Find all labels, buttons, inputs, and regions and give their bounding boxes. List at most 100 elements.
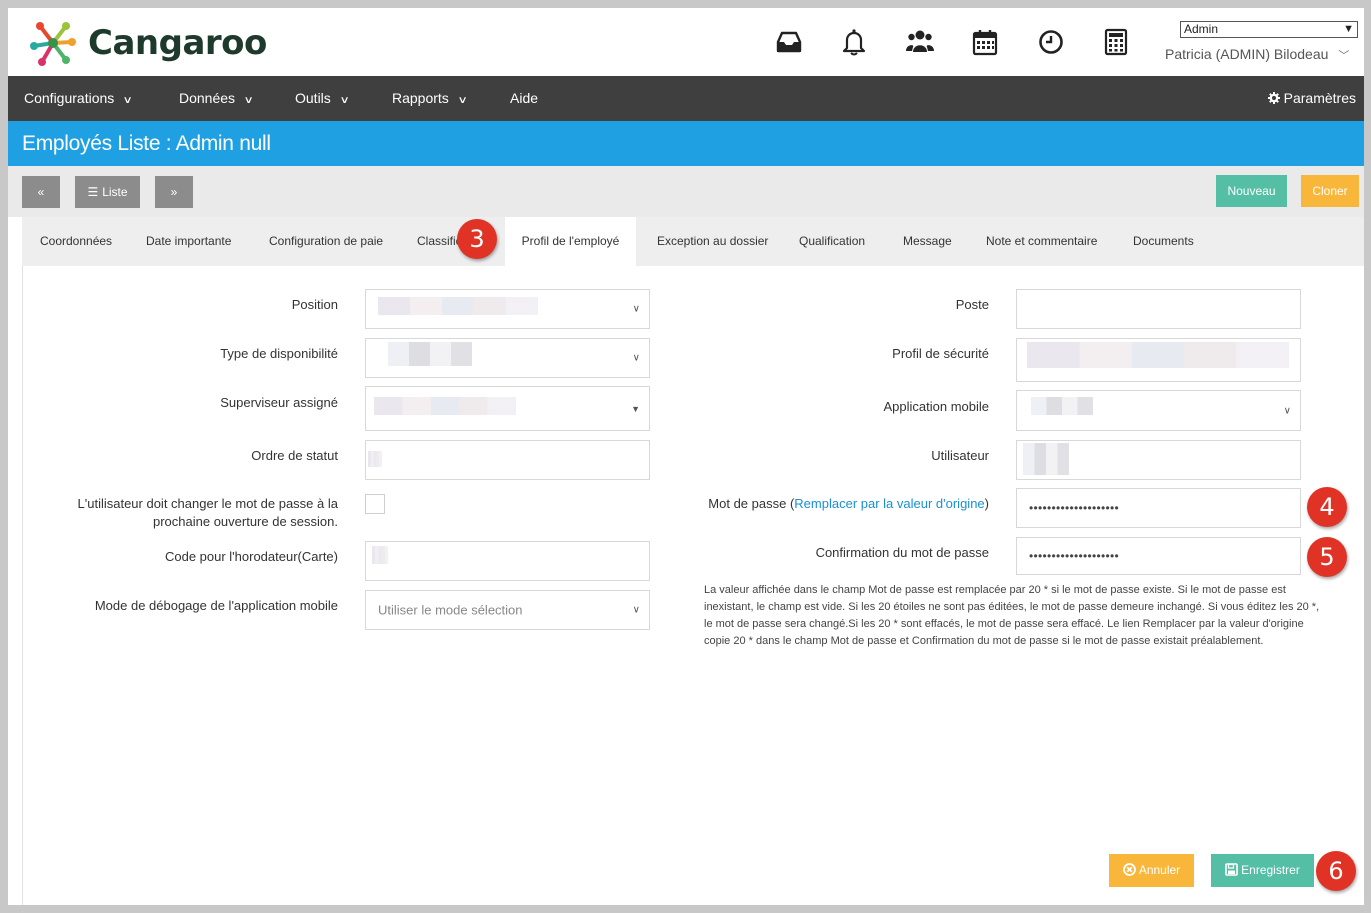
- redacted-value: [374, 397, 516, 415]
- previous-record-button[interactable]: «: [22, 176, 60, 208]
- clock-code-label: Code pour l'horodateur(Carte): [164, 549, 338, 564]
- status-order-label: Ordre de statut: [251, 448, 338, 463]
- tab-documents[interactable]: Documents: [1133, 217, 1194, 266]
- nav-label: Configurations: [24, 90, 115, 106]
- annotation-badge-4: 4: [1307, 487, 1347, 527]
- nav-label: Outils: [295, 90, 331, 106]
- new-label: Nouveau: [1227, 184, 1276, 198]
- poste-label: Poste: [955, 297, 989, 312]
- redacted-value: [378, 297, 538, 315]
- password-label-text: Mot de passe (: [708, 496, 795, 511]
- record-toolbar: « ☰ Liste » Nouveau Cloner: [8, 166, 1364, 217]
- nav-configurations[interactable]: Configurations ∨: [24, 76, 133, 121]
- redacted-value: [1031, 397, 1093, 415]
- calculator-icon[interactable]: [1084, 25, 1150, 59]
- cancel-circle-icon: [1122, 863, 1136, 876]
- list-button[interactable]: ☰ Liste: [75, 176, 140, 208]
- password-label-end: ): [984, 496, 989, 511]
- password-value: ••••••••••••••••••••: [1029, 501, 1120, 515]
- users-icon[interactable]: [887, 25, 953, 59]
- calendar-icon[interactable]: [953, 25, 1019, 59]
- debug-mode-select[interactable]: Utiliser le mode sélection ∨: [365, 590, 650, 630]
- mobile-app-label: Application mobile: [883, 399, 989, 414]
- password-input[interactable]: ••••••••••••••••••••: [1016, 488, 1301, 528]
- reset-password-link[interactable]: Remplacer par la valeur d'origine: [794, 496, 984, 511]
- nav-settings[interactable]: Paramètres: [1267, 76, 1356, 121]
- cancel-label: Annuler: [1138, 863, 1181, 877]
- clock-icon[interactable]: [1018, 25, 1084, 59]
- poste-input[interactable]: [1016, 289, 1301, 329]
- user-input[interactable]: [1016, 440, 1301, 480]
- nav-label: Aide: [510, 90, 539, 106]
- confirm-password-input[interactable]: ••••••••••••••••••••: [1016, 537, 1301, 575]
- availability-type-select[interactable]: ∨: [365, 338, 650, 378]
- save-disk-icon: [1225, 863, 1238, 876]
- must-change-password-label: L'utilisateur doit changer le mot de pas…: [78, 495, 338, 531]
- position-label: Position: [291, 297, 338, 312]
- logo-text: Cangaroo: [88, 23, 267, 63]
- clone-button[interactable]: Cloner: [1301, 175, 1359, 207]
- confirm-password-label: Confirmation du mot de passe: [815, 545, 989, 560]
- list-label: Liste: [102, 185, 128, 199]
- user-menu[interactable]: Patricia (ADMIN) Bilodeau ﹀: [1165, 46, 1349, 63]
- content-border: [22, 266, 23, 905]
- role-select[interactable]: Admin ▼: [1180, 21, 1358, 38]
- password-help-note: La valeur affichée dans le champ Mot de …: [704, 584, 1320, 647]
- user-label: Utilisateur: [931, 448, 989, 463]
- supervisor-label: Superviseur assigné: [220, 395, 338, 410]
- tab-message[interactable]: Message: [903, 217, 952, 266]
- tab-coordonnees[interactable]: Coordonnées: [40, 217, 112, 266]
- role-select-value: Admin: [1184, 22, 1219, 36]
- nav-aide[interactable]: Aide: [510, 76, 538, 121]
- security-profile-field[interactable]: [1016, 338, 1301, 382]
- nav-rapports[interactable]: Rapports ∨: [392, 76, 468, 121]
- position-select[interactable]: ∨: [365, 289, 650, 329]
- bell-icon[interactable]: [822, 25, 888, 59]
- nav-donnees[interactable]: Données ∨: [179, 76, 254, 121]
- redacted-value: [388, 342, 472, 366]
- nav-label: Données: [179, 90, 236, 106]
- page-title: Employés Liste : Admin null: [22, 132, 271, 155]
- label-line-2: prochaine ouverture de session.: [152, 514, 338, 529]
- save-button[interactable]: Enregistrer: [1211, 854, 1314, 887]
- tab-profil-employe[interactable]: Profil de l'employé: [505, 217, 636, 266]
- nav-outils[interactable]: Outils ∨: [295, 76, 350, 121]
- nav-label: Rapports: [392, 90, 449, 106]
- main-navbar: Configurations ∨ Données ∨ Outils ∨ Rapport…: [8, 76, 1364, 121]
- annotation-badge-3: 3: [457, 219, 497, 259]
- tab-date-importante[interactable]: Date importante: [146, 217, 231, 266]
- clock-code-input[interactable]: [365, 541, 650, 581]
- tab-exception-au-dossier[interactable]: Exception au dossier: [657, 217, 768, 266]
- chevron-down-icon: ▼: [1343, 23, 1354, 35]
- redacted-value: [372, 546, 388, 564]
- mobile-app-select[interactable]: ∨: [1016, 390, 1301, 431]
- redacted-value: [1027, 342, 1289, 368]
- top-header: Cangaroo Admin ▼ Patricia (ADMIN) Bilode…: [8, 8, 1364, 76]
- logo[interactable]: Cangaroo: [26, 16, 267, 70]
- confirm-password-value: ••••••••••••••••••••: [1029, 549, 1120, 563]
- new-button[interactable]: Nouveau: [1216, 175, 1287, 207]
- availability-type-label: Type de disponibilité: [220, 346, 338, 361]
- inbox-icon[interactable]: [756, 25, 822, 59]
- tab-configuration-de-paie[interactable]: Configuration de paie: [269, 217, 383, 266]
- tab-classification[interactable]: Classific: [417, 217, 462, 266]
- redacted-value: [1023, 443, 1069, 475]
- chevron-down-icon: ∨: [339, 95, 350, 106]
- supervisor-select[interactable]: ▼: [365, 386, 650, 431]
- cancel-button[interactable]: Annuler: [1109, 854, 1194, 887]
- tab-note-et-commentaire[interactable]: Note et commentaire: [986, 217, 1097, 266]
- tab-qualification[interactable]: Qualification: [799, 217, 865, 266]
- chevron-down-icon: ∨: [457, 95, 468, 106]
- password-label: Mot de passe (Remplacer par la valeur d'…: [708, 495, 989, 513]
- next-label: »: [170, 185, 178, 199]
- chevron-down-icon: ∨: [632, 352, 640, 364]
- annotation-badge-5: 5: [1307, 537, 1347, 577]
- next-record-button[interactable]: »: [155, 176, 193, 208]
- prev-label: «: [37, 185, 45, 199]
- must-change-password-checkbox[interactable]: [365, 494, 385, 514]
- save-label: Enregistrer: [1241, 863, 1300, 877]
- chevron-down-icon: ∨: [632, 604, 640, 616]
- chevron-down-icon: ∨: [243, 95, 254, 106]
- debug-mode-label: Mode de débogage de l'application mobile: [94, 598, 338, 613]
- status-order-input[interactable]: [365, 440, 650, 480]
